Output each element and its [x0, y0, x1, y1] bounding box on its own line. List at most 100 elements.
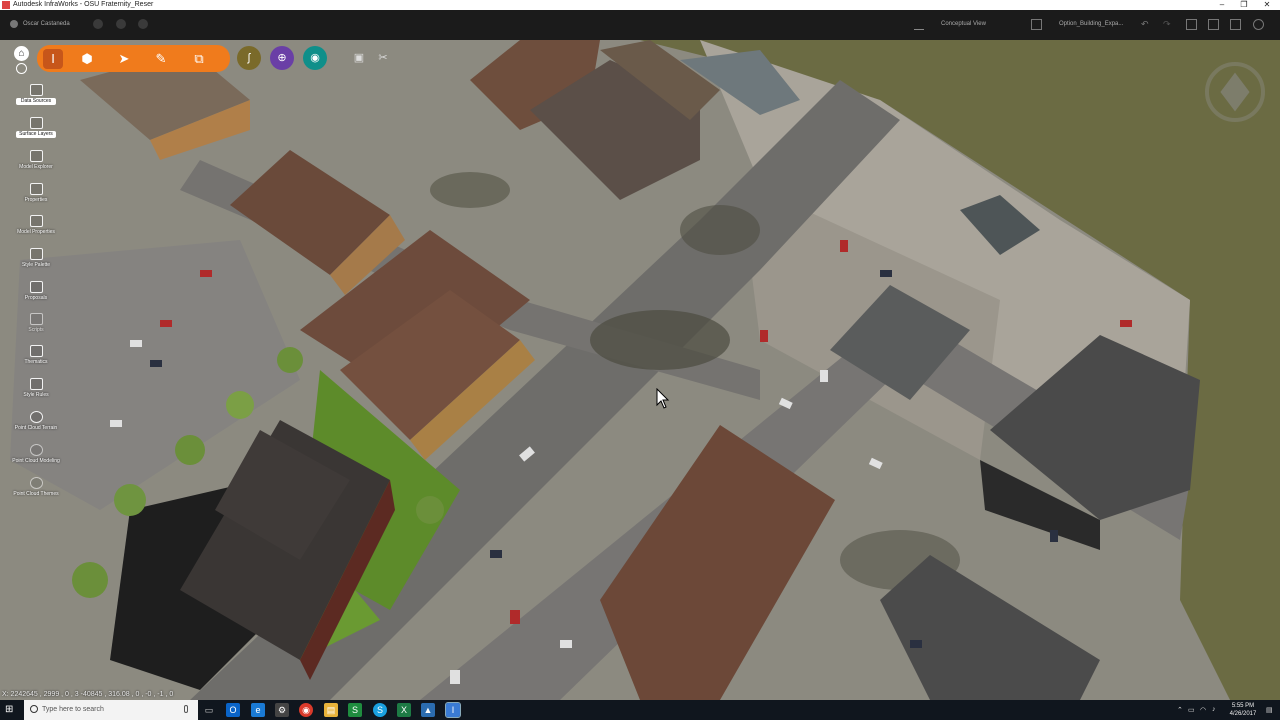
3d-model-viewport[interactable] [0, 40, 1280, 700]
windows-start-icon[interactable]: ⊞ [5, 705, 15, 715]
style-rules-icon [29, 378, 43, 390]
point-cloud-terrain-button[interactable]: Point Cloud Terrain [6, 411, 66, 443]
present-button[interactable]: ◉ [303, 46, 327, 70]
properties-label: Properties [24, 197, 48, 203]
window-title-bar: Autodesk InfraWorks - OSU Fraternity_Res… [0, 0, 1280, 10]
view-cube-face-icon[interactable] [1220, 72, 1250, 112]
clock-time: 5:55 PM [1231, 703, 1255, 709]
style-palette-label: Style Palette [21, 262, 51, 268]
cloud-icon[interactable] [93, 19, 103, 29]
user-name[interactable]: Oscar Castaneda [23, 21, 70, 27]
app-header: Oscar Castaneda Conceptual View Option_B… [0, 10, 1280, 40]
clock-date: 4/26/2017 [1229, 711, 1257, 717]
excel-icon[interactable]: X [397, 703, 411, 717]
skype-icon[interactable]: S [373, 703, 387, 717]
view-style-icon[interactable] [914, 19, 924, 30]
window-title: Autodesk InfraWorks - OSU Fraternity_Res… [13, 1, 154, 8]
save-icon[interactable] [1186, 19, 1197, 30]
style-palette-button[interactable]: Style Palette [6, 248, 66, 280]
infraworks-preview-icon[interactable]: ▲ [421, 703, 435, 717]
analyze-button[interactable]: ⊕ [270, 46, 294, 70]
snapshot-icon[interactable]: ▣ [351, 50, 367, 66]
coordinate-readout: X: 2242645 , 2999 , 0 , 3 -40845 , 316.0… [2, 691, 174, 698]
style-rules-button[interactable]: Style Rules [6, 378, 66, 410]
point-cloud-modeling-button[interactable]: Point Cloud Modeling [6, 444, 66, 476]
windows-taskbar: ⊞ Type here to search ▭ O e ⚙ ◉ ▤ S S X … [0, 700, 1280, 720]
chrome-icon[interactable]: ◉ [299, 703, 313, 717]
view-cube[interactable] [1205, 62, 1265, 122]
point-cloud-modeling-label: Point Cloud Modeling [12, 458, 60, 464]
proposals-label: Proposals [24, 295, 48, 301]
view-style-label[interactable]: Conceptual View [941, 21, 986, 27]
file-explorer-icon[interactable]: ▤ [324, 703, 338, 717]
scripts-label: Scripts [28, 327, 44, 333]
proposal-icon[interactable] [1031, 19, 1042, 30]
restore-button[interactable]: ❐ [1233, 0, 1255, 10]
mouse-cursor-icon [656, 388, 670, 409]
surface-layers-button[interactable]: Surface Layers [6, 117, 66, 149]
infraworks-taskbar-icon[interactable]: I [445, 702, 461, 718]
wifi-icon[interactable]: ◠ [1200, 706, 1206, 714]
microphone-icon[interactable] [184, 705, 188, 713]
network-icon[interactable]: ▭ [1188, 706, 1195, 714]
model-explorer-button[interactable]: Model Explorer [6, 150, 66, 182]
settings-app-icon[interactable]: ⚙ [275, 703, 289, 717]
close-button[interactable]: ✕ [1256, 0, 1278, 10]
database-icon [29, 84, 43, 96]
redo-icon[interactable]: ↷ [1163, 19, 1174, 30]
design-roads-button[interactable]: ʃ [237, 46, 261, 70]
select-button[interactable]: ➤ [114, 49, 134, 69]
data-sources-button[interactable]: Data Sources [6, 84, 66, 116]
model-explorer-label: Model Explorer [19, 164, 53, 170]
undo-icon[interactable]: ↶ [1141, 19, 1152, 30]
edge-icon[interactable]: e [251, 703, 265, 717]
app-logo-icon [2, 1, 10, 9]
data-sources-label: Data Sources [16, 98, 56, 105]
collaborators-icon[interactable] [138, 19, 148, 29]
sketch-button[interactable]: ✎ [151, 49, 171, 69]
infraworks-tool-button[interactable]: I [43, 49, 63, 69]
outlook-icon[interactable]: O [226, 703, 240, 717]
proposals-button[interactable]: Proposals [6, 281, 66, 313]
taskbar-search-box[interactable]: Type here to search [24, 700, 198, 720]
explorer-icon [29, 150, 43, 162]
scripts-icon [29, 313, 43, 325]
properties-button[interactable]: Properties [6, 183, 66, 215]
point-cloud-themes-label: Point Cloud Themes [13, 491, 59, 497]
point-cloud-terrain-label: Point Cloud Terrain [14, 425, 58, 431]
open-icon[interactable] [1208, 19, 1219, 30]
point-cloud-themes-button[interactable]: Point Cloud Themes [6, 477, 66, 509]
share-button[interactable]: ⧉ [189, 49, 209, 69]
sharepoint-icon[interactable]: S [348, 703, 362, 717]
settings-icon[interactable] [1230, 19, 1241, 30]
help-icon[interactable] [1253, 19, 1264, 30]
properties-icon [29, 183, 43, 195]
tools-icon[interactable]: ✂ [375, 50, 391, 66]
minimize-button[interactable]: – [1211, 0, 1233, 10]
thematics-button[interactable]: Thematics [6, 345, 66, 377]
status-bar: X: 2242645 , 2999 , 0 , 3 -40845 , 316.0… [0, 690, 1280, 700]
model-properties-button[interactable]: Model Properties [6, 215, 66, 247]
build-manage-button[interactable]: ⬢ [77, 49, 97, 69]
task-view-icon[interactable]: ▭ [202, 703, 216, 717]
home-icon[interactable]: ⌂ [14, 46, 29, 61]
thematics-icon [29, 345, 43, 357]
point-cloud-themes-icon [29, 477, 43, 489]
notifications-icon[interactable]: ▤ [1266, 706, 1273, 714]
user-avatar-icon[interactable] [10, 20, 18, 28]
thematics-label: Thematics [24, 359, 48, 365]
taskbar-clock[interactable]: 5:55 PM 4/26/2017 [1225, 702, 1261, 718]
learning-icon[interactable] [16, 63, 27, 74]
search-placeholder[interactable]: Type here to search [42, 706, 104, 713]
palette-icon [29, 248, 43, 260]
style-rules-label: Style Rules [23, 392, 49, 398]
point-cloud-modeling-icon [29, 444, 43, 456]
scripts-button[interactable]: Scripts [6, 313, 66, 345]
proposal-selector[interactable]: Option_Building_Expa... [1059, 21, 1123, 27]
search-icon [30, 705, 38, 713]
layers-icon [29, 117, 43, 129]
tray-chevron-icon[interactable]: ⌃ [1177, 706, 1183, 714]
sync-icon[interactable] [116, 19, 126, 29]
volume-icon[interactable]: ♪ [1212, 706, 1216, 713]
model-properties-label: Model Properties [17, 229, 55, 235]
